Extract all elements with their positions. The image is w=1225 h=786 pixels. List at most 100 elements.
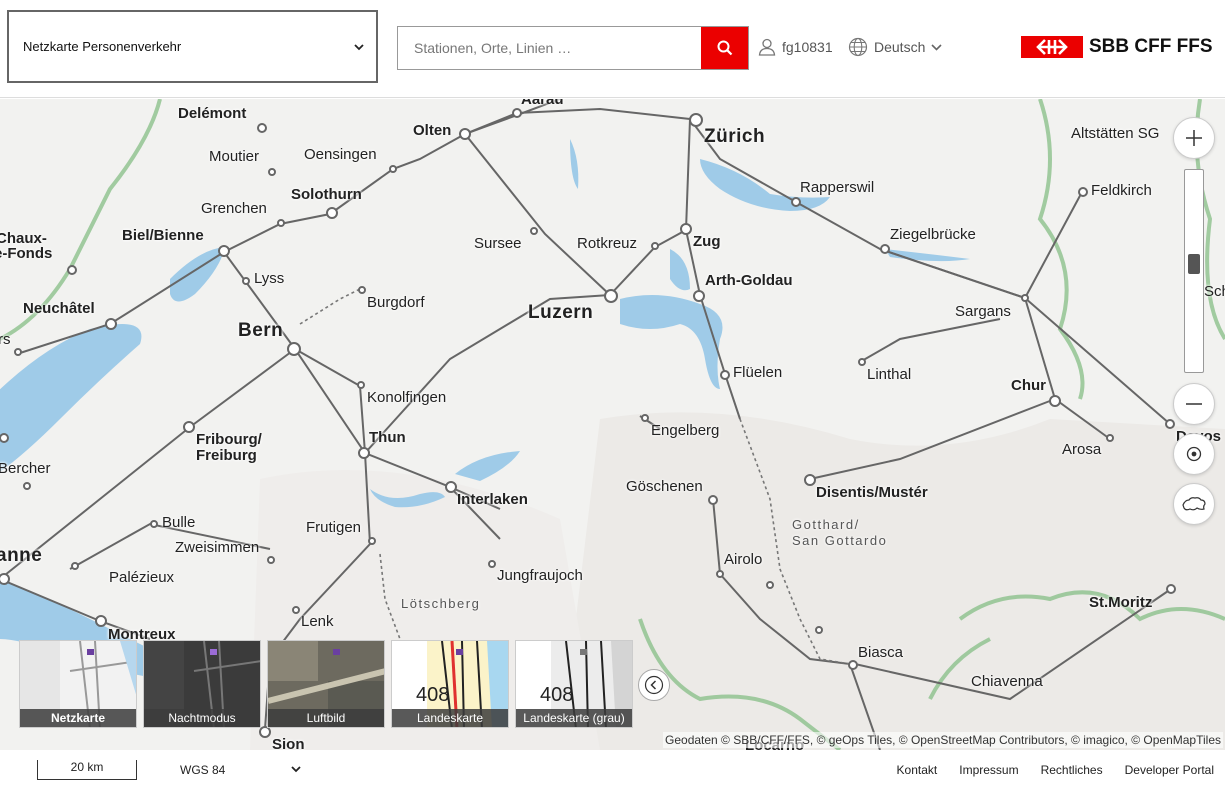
chevron-down-icon bbox=[354, 40, 364, 54]
search-button[interactable] bbox=[701, 27, 748, 69]
user-menu[interactable]: fg10831 bbox=[758, 38, 833, 56]
footer: 20 km WGS 84 Kontakt Impressum Rechtlich… bbox=[0, 750, 1225, 786]
basemap-netzkarte[interactable]: Netzkarte bbox=[19, 640, 137, 728]
place-label-moutier: Moutier bbox=[209, 148, 260, 165]
place-label-engelberg: Engelberg bbox=[651, 422, 720, 439]
chevron-left-icon bbox=[644, 675, 664, 695]
locate-icon bbox=[1186, 446, 1202, 462]
sbb-arrows-icon bbox=[1021, 36, 1083, 58]
place-label-jungfraujoch: Jungfraujoch bbox=[497, 567, 583, 584]
basemap-collapse-button[interactable] bbox=[638, 669, 670, 701]
basemap-landeskarte[interactable]: 408 Landeskarte bbox=[391, 640, 509, 728]
chevron-down-icon bbox=[931, 43, 942, 51]
place-label-bulle: Bulle bbox=[162, 514, 196, 531]
place-label-biasca: Biasca bbox=[858, 644, 904, 661]
place-label-solothurn: Solothurn bbox=[291, 186, 362, 203]
zoom-slider[interactable] bbox=[1184, 169, 1204, 373]
topic-select-value: Netzkarte Personenverkehr bbox=[23, 39, 182, 54]
place-label-neuchatel: Neuchâtel bbox=[23, 300, 95, 317]
basemap-label: Nachtmodus bbox=[144, 709, 260, 727]
place-label-aarau: Aarau bbox=[521, 99, 564, 108]
place-label-lenk: Lenk bbox=[301, 613, 334, 630]
basemap-nachtmodus[interactable]: Nachtmodus bbox=[143, 640, 261, 728]
place-label-rs: rs bbox=[0, 331, 11, 348]
place-label-chiavenna: Chiavenna bbox=[971, 673, 1043, 690]
place-label-olten: Olten bbox=[413, 122, 452, 139]
search-box bbox=[397, 26, 749, 70]
place-label-sch: Sch bbox=[1204, 283, 1225, 300]
header: Netzkarte Personenverkehr fg10831 Deutsc… bbox=[0, 0, 1225, 98]
place-label-st-moritz: St.Moritz bbox=[1089, 594, 1153, 611]
zoom-slider-thumb[interactable] bbox=[1188, 254, 1200, 274]
svg-text:408: 408 bbox=[540, 684, 573, 706]
search-icon bbox=[717, 40, 732, 56]
place-label-linthal: Linthal bbox=[867, 366, 912, 383]
place-label-delemont: Delémont bbox=[178, 105, 247, 122]
basemap-label: Landeskarte (grau) bbox=[516, 709, 632, 727]
region-label-gotthard: Gotthard/ bbox=[792, 517, 860, 532]
place-label-sion: Sion bbox=[272, 736, 305, 750]
search-input[interactable] bbox=[398, 27, 703, 69]
region-label-san-gottardo: San Gottardo bbox=[792, 533, 888, 548]
place-label-biel: Biel/Bienne bbox=[122, 227, 204, 244]
place-label-palezieux: Palézieux bbox=[109, 569, 175, 586]
place-label-sargans: Sargans bbox=[955, 303, 1011, 320]
plus-icon bbox=[1186, 130, 1202, 146]
place-label-feldkirch: Feldkirch bbox=[1091, 182, 1152, 199]
language-select[interactable]: Deutsch bbox=[848, 37, 942, 57]
scale-bar: 20 km bbox=[37, 760, 137, 780]
user-icon bbox=[758, 38, 776, 56]
topic-select[interactable]: Netzkarte Personenverkehr bbox=[7, 10, 378, 83]
user-name: fg10831 bbox=[782, 39, 833, 55]
place-label-rotkreuz: Rotkreuz bbox=[577, 235, 638, 252]
place-label-zweisimmen: Zweisimmen bbox=[175, 539, 260, 556]
footer-link-developer-portal[interactable]: Developer Portal bbox=[1125, 763, 1214, 777]
place-label-interlaken: Interlaken bbox=[457, 491, 528, 508]
place-label-fribourg: Fribourg/ bbox=[196, 431, 262, 448]
place-label-grenchen: Grenchen bbox=[201, 200, 267, 217]
fit-switzerland-button[interactable] bbox=[1173, 483, 1215, 525]
basemap-label: Netzkarte bbox=[20, 709, 136, 727]
footer-link-kontakt[interactable]: Kontakt bbox=[897, 763, 938, 777]
basemap-label: Landeskarte bbox=[392, 709, 508, 727]
map-attribution: Geodaten © SBB/CFF/FFS, © geOps Tiles, ©… bbox=[663, 732, 1223, 748]
sbb-logo[interactable]: SBB CFF FFS bbox=[1021, 36, 1213, 58]
place-label-altstatten: Altstätten SG bbox=[1071, 125, 1160, 142]
place-label-bern: Bern bbox=[238, 320, 284, 341]
place-label-luzern: Luzern bbox=[528, 302, 594, 323]
footer-link-rechtliches[interactable]: Rechtliches bbox=[1041, 763, 1103, 777]
place-label-fonds: e-Fonds bbox=[0, 245, 53, 262]
map-canvas[interactable]: Aarau Delémont Olten Zürich Altstätten S… bbox=[0, 99, 1225, 750]
place-label-frutigen: Frutigen bbox=[306, 519, 362, 536]
zoom-out-button[interactable] bbox=[1173, 383, 1215, 425]
footer-link-impressum[interactable]: Impressum bbox=[959, 763, 1018, 777]
place-label-goschenen: Göschenen bbox=[626, 478, 703, 495]
zoom-in-button[interactable] bbox=[1173, 117, 1215, 159]
place-label-zug: Zug bbox=[693, 233, 721, 250]
place-label-konolfingen: Konolfingen bbox=[367, 389, 447, 406]
place-label-arosa: Arosa bbox=[1062, 441, 1102, 458]
place-label-zurich: Zürich bbox=[704, 126, 766, 147]
place-label-sursee: Sursee bbox=[474, 235, 522, 252]
minus-icon bbox=[1186, 403, 1202, 405]
switzerland-outline-icon bbox=[1182, 497, 1206, 511]
place-label-thun: Thun bbox=[369, 429, 406, 446]
basemap-luftbild[interactable]: Luftbild bbox=[267, 640, 385, 728]
basemap-landeskarte-grau[interactable]: 408 Landeskarte (grau) bbox=[515, 640, 633, 728]
place-label-ziegelbrucke: Ziegelbrücke bbox=[890, 226, 976, 243]
geolocate-button[interactable] bbox=[1173, 433, 1215, 475]
place-label-burgdorf: Burgdorf bbox=[367, 294, 425, 311]
region-label-lotschberg: Lötschberg bbox=[401, 596, 481, 611]
place-label-arth-goldau: Arth-Goldau bbox=[705, 272, 793, 289]
basemap-label: Luftbild bbox=[268, 709, 384, 727]
sbb-logo-text: SBB CFF FFS bbox=[1089, 36, 1213, 57]
footer-links: Kontakt Impressum Rechtliches Developer … bbox=[897, 763, 1214, 777]
chevron-down-icon bbox=[291, 762, 301, 776]
projection-select[interactable]: WGS 84 bbox=[180, 763, 305, 777]
globe-icon bbox=[848, 37, 868, 57]
place-label-freiburg: Freiburg bbox=[196, 447, 257, 464]
svg-text:408: 408 bbox=[416, 684, 449, 706]
place-label-bercher: Bercher bbox=[0, 460, 51, 477]
place-label-fluelen: Flüelen bbox=[733, 364, 783, 381]
place-label-rapperswil: Rapperswil bbox=[800, 179, 875, 196]
